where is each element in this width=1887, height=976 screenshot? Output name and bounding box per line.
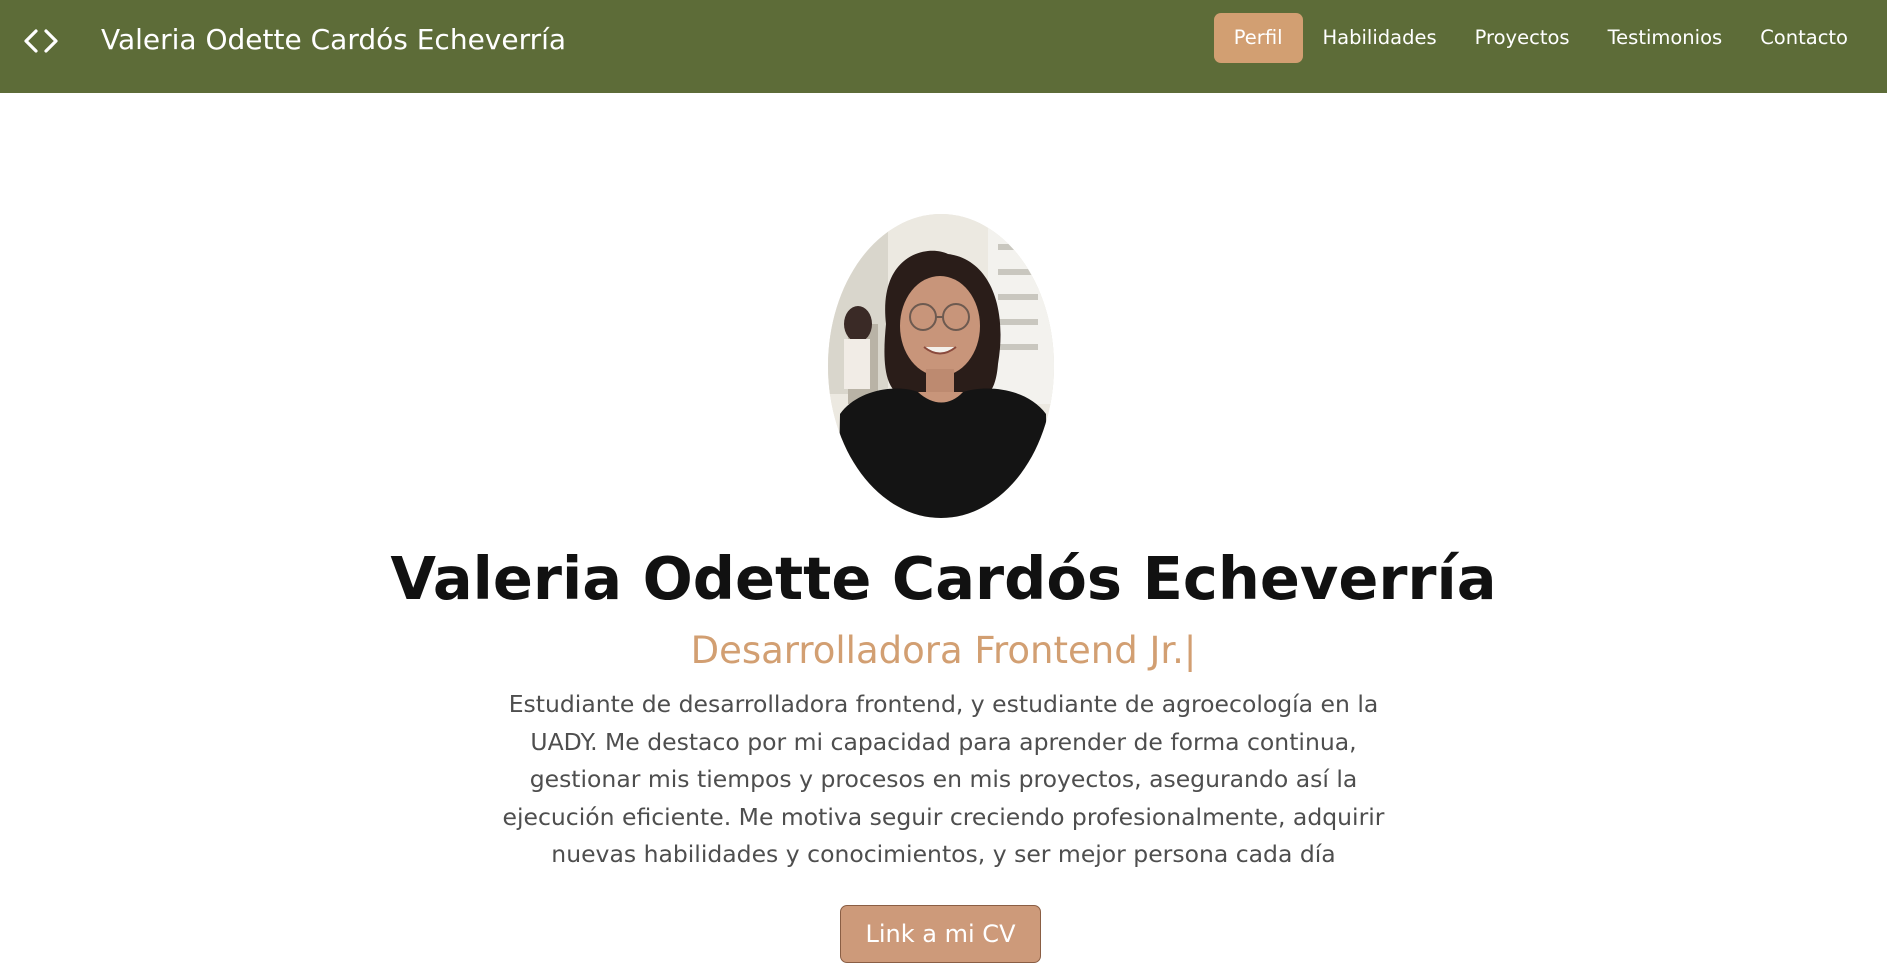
nav-item-perfil[interactable]: Perfil	[1213, 13, 1303, 63]
profile-role: Desarrolladora Frontend Jr.|	[690, 629, 1197, 672]
brand-title[interactable]: Valeria Odette Cardós Echeverría	[101, 23, 566, 56]
nav-item-habilidades[interactable]: Habilidades	[1304, 13, 1456, 63]
profile-photo	[828, 214, 1054, 518]
nav-item-contacto[interactable]: Contacto	[1741, 13, 1867, 63]
cv-link-button[interactable]: Link a mi CV	[840, 905, 1041, 963]
nav-menu: Perfil Habilidades Proyectos Testimonios…	[1213, 13, 1867, 63]
profile-bio: Estudiante de desarrolladora frontend, y…	[502, 690, 1385, 868]
nav-item-proyectos[interactable]: Proyectos	[1456, 13, 1589, 63]
profile-name: Valeria Odette Cardós Echeverría	[390, 544, 1497, 613]
code-brackets-icon[interactable]	[23, 28, 59, 54]
top-navbar: Valeria Odette Cardós Echeverría Perfil …	[0, 0, 1887, 93]
profile-hero: Valeria Odette Cardós Echeverría Desarro…	[0, 93, 1887, 976]
nav-item-testimonios[interactable]: Testimonios	[1589, 13, 1742, 63]
